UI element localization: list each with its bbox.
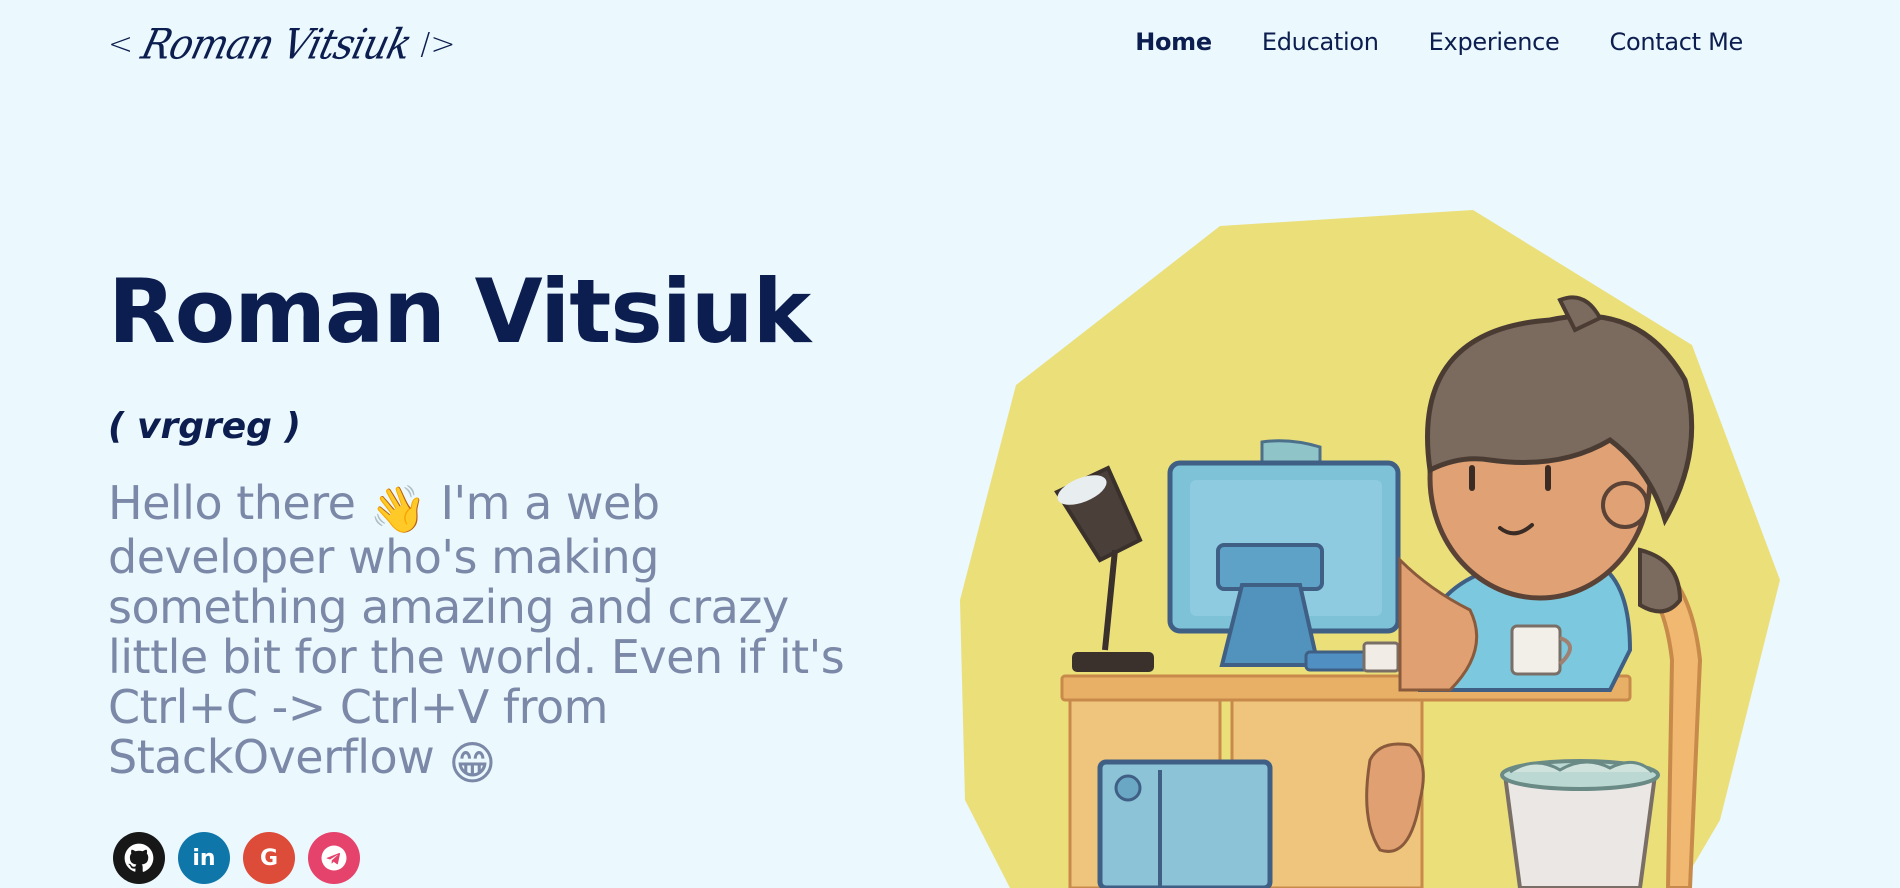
waving-hand-icon: 👋 [369, 482, 427, 536]
trash-bin [1500, 759, 1660, 888]
nav-home[interactable]: Home [1110, 22, 1237, 62]
main-nav: Home Education Experience Contact Me [1110, 22, 1768, 62]
greeting-text-1: Hello there [108, 476, 356, 530]
logo[interactable]: < Roman Vitsiuk /> [108, 14, 455, 74]
hero-nickname: ( vrgreg ) [108, 406, 301, 447]
logo-close-bracket: /> [420, 26, 456, 62]
nav-contact-me[interactable]: Contact Me [1585, 22, 1768, 62]
grinning-face-icon: 😁 [448, 736, 496, 790]
hero-name: Roman Vitsiuk [108, 260, 811, 363]
google-icon[interactable]: G [243, 832, 295, 884]
github-icon[interactable] [113, 832, 165, 884]
linkedin-icon[interactable]: in [178, 832, 230, 884]
developer-illustration [960, 210, 1780, 888]
social-links: in G [113, 832, 360, 884]
hero-greeting: Hello there 👋 I'm a web developer who's … [108, 478, 888, 786]
nav-education[interactable]: Education [1237, 22, 1404, 62]
nav-experience[interactable]: Experience [1404, 22, 1585, 62]
page: < Roman Vitsiuk /> Home Education Experi… [0, 0, 1900, 888]
logo-open-bracket: < [108, 26, 134, 62]
telegram-icon[interactable] [308, 832, 360, 884]
logo-signature: Roman Vitsiuk [137, 19, 417, 69]
